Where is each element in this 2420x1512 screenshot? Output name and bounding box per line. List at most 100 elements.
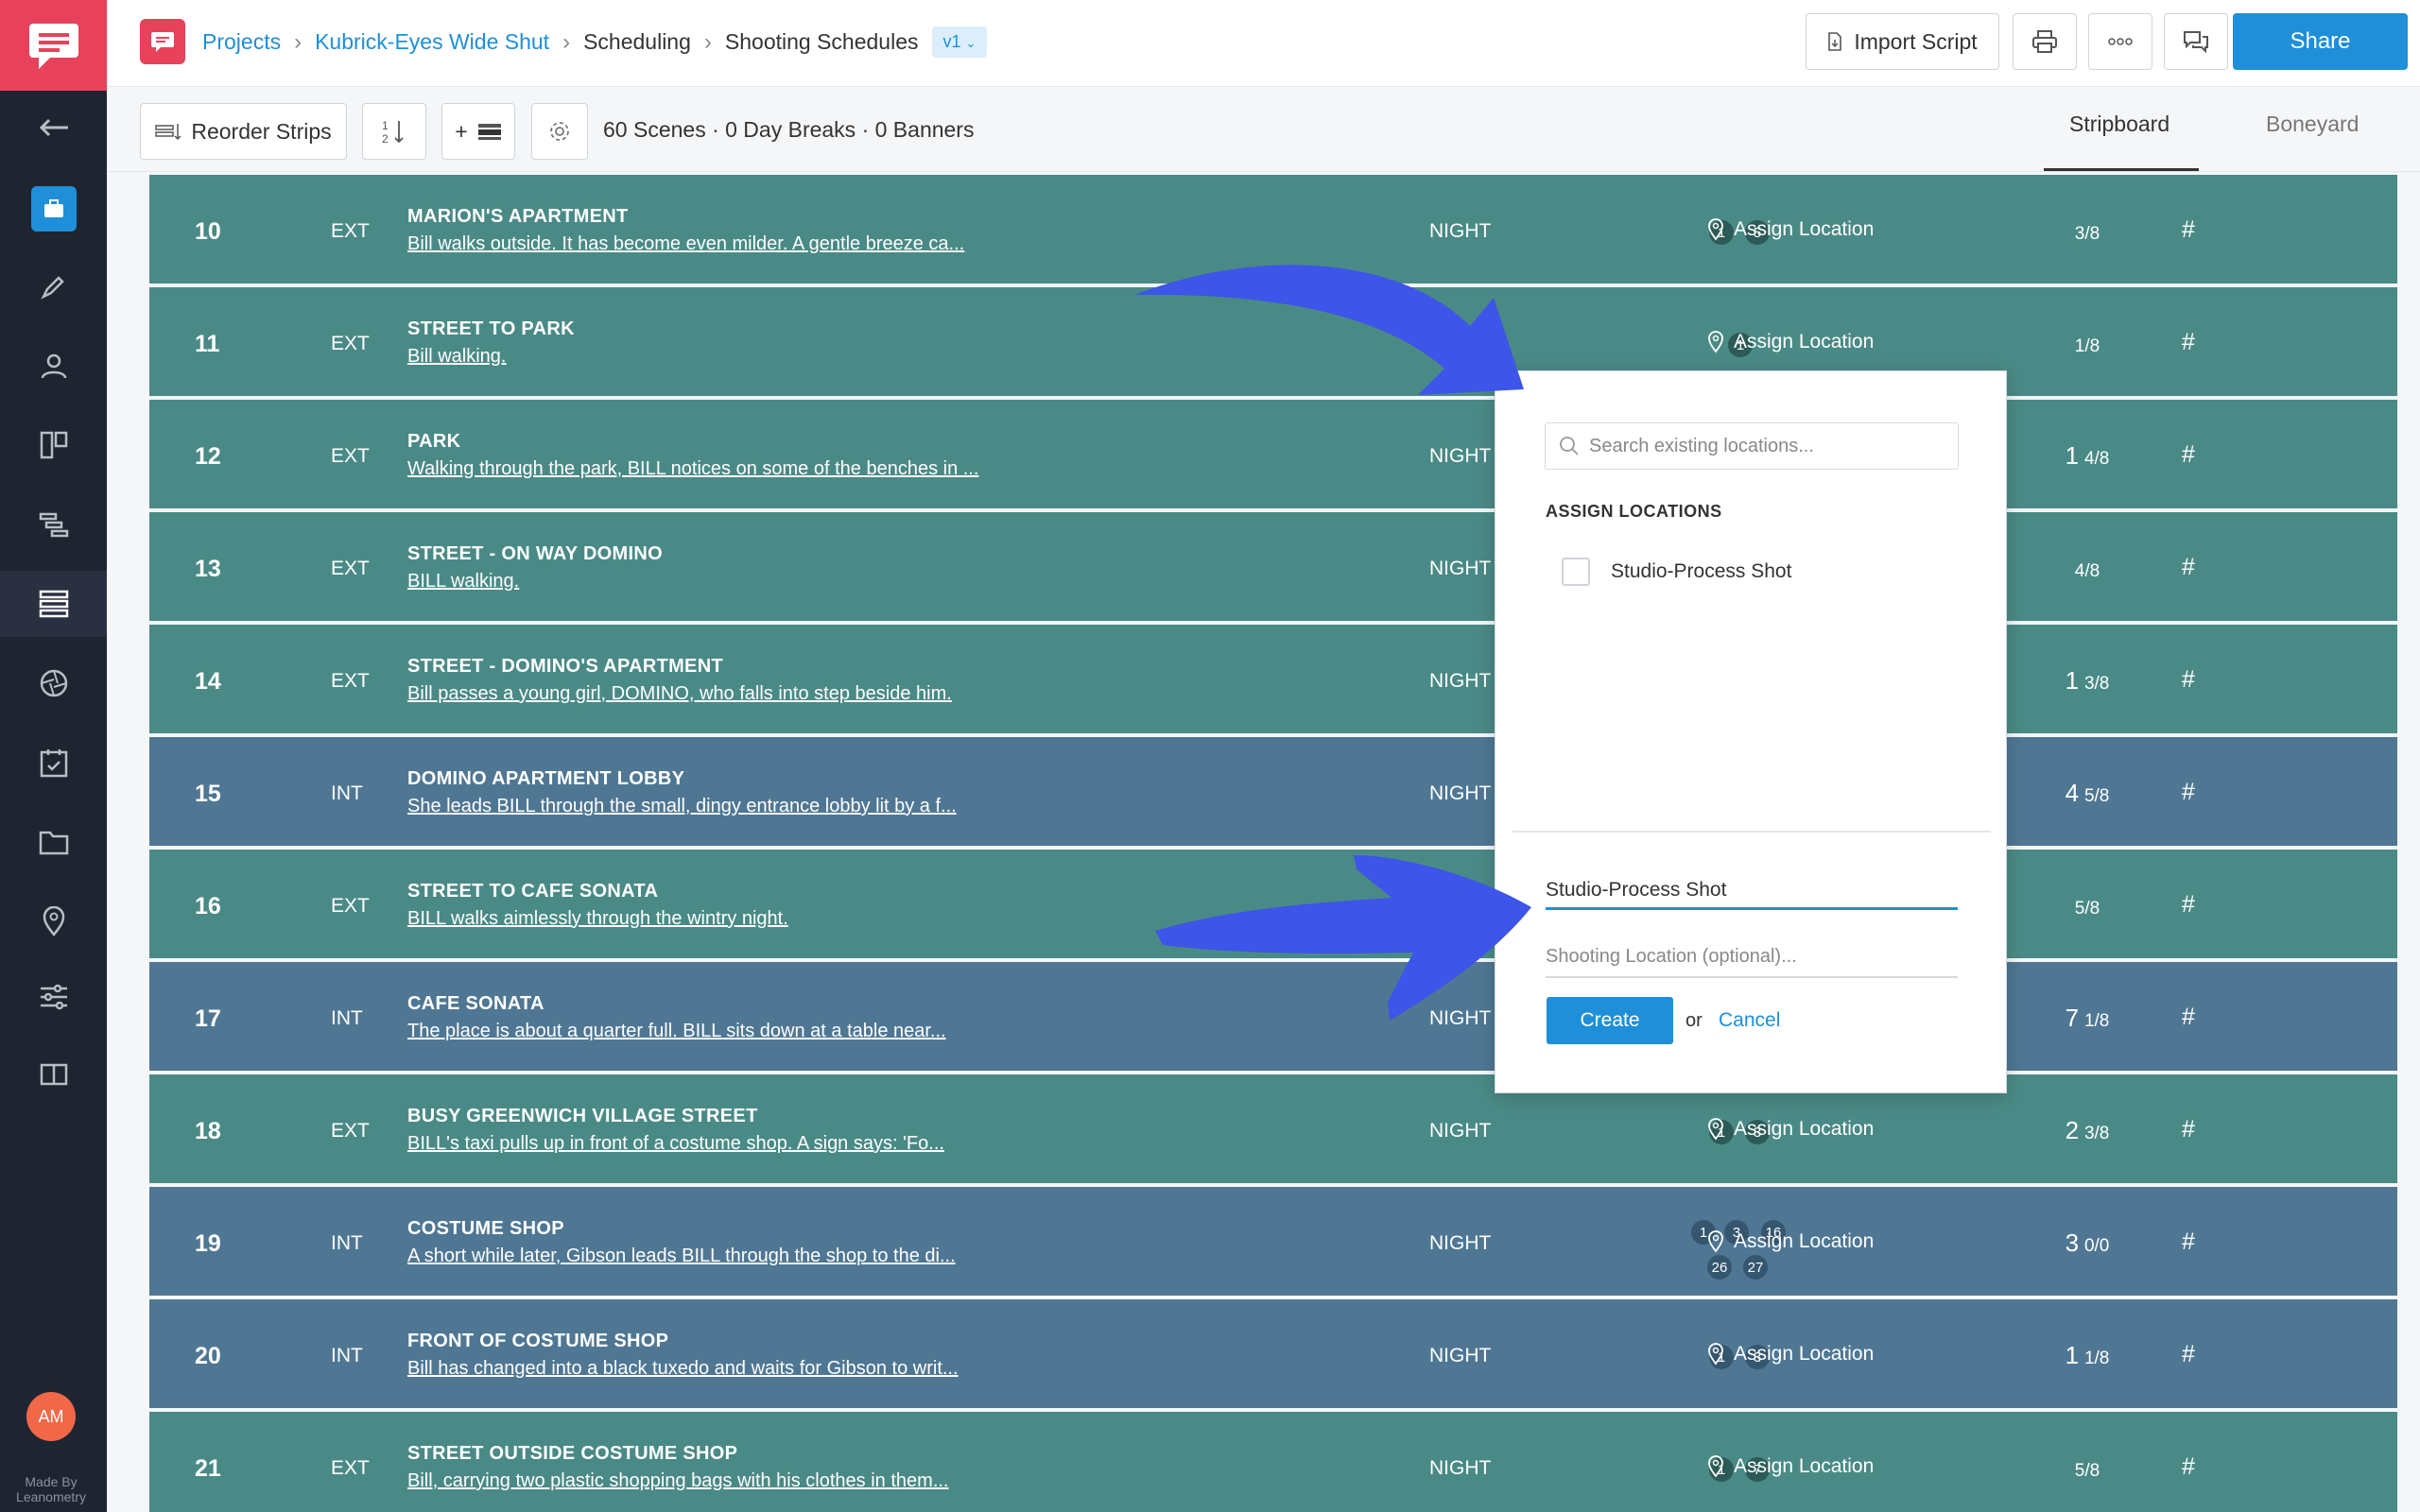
calendar-icon: [40, 749, 67, 778]
nav-stripboard[interactable]: [0, 571, 107, 637]
scene-description[interactable]: BILL walks aimlessly through the wintry …: [407, 908, 788, 930]
int-ext: EXT: [331, 670, 370, 692]
assign-location-link[interactable]: Assign Location: [1707, 1230, 1874, 1253]
cancel-link[interactable]: Cancel: [1719, 1009, 1780, 1032]
scene-hash-button[interactable]: #: [2182, 891, 2195, 919]
share-button[interactable]: Share: [2233, 13, 2408, 70]
nav-cast[interactable]: [0, 333, 107, 399]
assign-location-link[interactable]: Assign Location: [1707, 218, 1874, 241]
nav-settings[interactable]: [0, 964, 107, 1030]
version-select[interactable]: v1 ⌄: [931, 26, 988, 58]
page-count-fraction: 4/8: [2074, 561, 2100, 581]
location-option-checkbox[interactable]: [1562, 558, 1590, 586]
assign-location-label: Assign Location: [1734, 331, 1875, 352]
page-count-fraction: 3/8: [2083, 674, 2110, 694]
app-badge[interactable]: [140, 19, 185, 64]
strip-row[interactable]: 16 EXT STREET TO CAFE SONATA BILL walks aim…: [149, 850, 2397, 958]
cast-badge[interactable]: 27: [1743, 1255, 1768, 1280]
nav-storyboard[interactable]: [0, 412, 107, 478]
scene-description[interactable]: Bill has changed into a black tuxedo and…: [407, 1358, 959, 1380]
scene-number: 20: [195, 1343, 221, 1369]
assign-location-link[interactable]: Assign Location: [1707, 1455, 1874, 1478]
time-of-day: NIGHT: [1429, 1345, 1492, 1366]
strip-row[interactable]: 15 INT DOMINO APARTMENT LOBBY She leads BIL…: [149, 737, 2397, 846]
or-text: or: [1685, 1010, 1703, 1031]
strip-settings-button[interactable]: [531, 103, 588, 160]
scene-description[interactable]: Walking through the park, BILL notices o…: [407, 458, 978, 480]
scene-hash-button[interactable]: #: [2182, 1228, 2195, 1256]
nav-guide[interactable]: [0, 1041, 107, 1108]
location-search[interactable]: [1545, 422, 1959, 470]
tab-boneyard[interactable]: Boneyard: [2266, 112, 2359, 137]
scene-description[interactable]: BILL's taxi pulls up in front of a costu…: [407, 1133, 944, 1155]
scene-hash-button[interactable]: #: [2182, 554, 2195, 581]
reorder-strips-button[interactable]: Reorder Strips: [140, 103, 347, 160]
more-options-button[interactable]: [2088, 13, 2152, 70]
location-search-input[interactable]: [1589, 435, 1948, 457]
scene-hash-button[interactable]: #: [2182, 1453, 2195, 1481]
strip-row[interactable]: 21 EXT STREET OUTSIDE COSTUME SHOP Bill, ca…: [149, 1412, 2397, 1512]
scene-description[interactable]: Bill walks outside. It has become even m…: [407, 233, 964, 255]
assign-location-link[interactable]: Assign Location: [1707, 331, 1874, 353]
time-of-day: NIGHT: [1429, 1120, 1492, 1142]
scene-number: 19: [195, 1230, 221, 1257]
strip-row[interactable]: 13 EXT STREET - ON WAY DOMINO BILL walking.…: [149, 512, 2397, 621]
chevron-right-icon: ›: [294, 28, 302, 55]
location-pin-icon: [43, 906, 64, 936]
scene-description[interactable]: Bill passes a young girl, DOMINO, who fa…: [407, 683, 952, 705]
page-count: 5/8: [2049, 1453, 2125, 1483]
assign-location-link[interactable]: Assign Location: [1707, 1118, 1874, 1141]
scene-description[interactable]: BILL walking.: [407, 571, 519, 593]
scene-description[interactable]: Bill, carrying two plastic shopping bags…: [407, 1470, 949, 1492]
assign-location-link[interactable]: Assign Location: [1707, 1343, 1874, 1366]
scene-description[interactable]: A short while later, Gibson leads BILL t…: [407, 1246, 956, 1267]
nav-camera[interactable]: [0, 650, 107, 716]
active-tab-indicator: [2044, 168, 2199, 171]
breadcrumb-project[interactable]: Kubrick-Eyes Wide Shut: [315, 29, 549, 55]
strip-row[interactable]: 12 EXT PARK Walking through the park, BILL …: [149, 400, 2397, 508]
user-avatar[interactable]: AM: [26, 1392, 76, 1441]
scene-description[interactable]: Bill walking.: [407, 346, 506, 368]
scene-heading: STREET TO CAFE SONATA: [407, 881, 659, 902]
scene-hash-button[interactable]: #: [2182, 1004, 2195, 1031]
sort-button[interactable]: 12: [362, 103, 426, 160]
print-button[interactable]: [2013, 13, 2077, 70]
scene-hash-button[interactable]: #: [2182, 1116, 2195, 1143]
create-location-button[interactable]: Create: [1547, 997, 1673, 1044]
strip-row[interactable]: 17 INT CAFE SONATA The place is about a qua…: [149, 962, 2397, 1071]
shooting-location-input[interactable]: [1546, 936, 1958, 978]
strip-row[interactable]: 11 EXT STREET TO PARK Bill walking. 1 Assign …: [149, 287, 2397, 396]
strip-row[interactable]: 14 EXT STREET - DOMINO'S APARTMENT Bill pas…: [149, 625, 2397, 733]
scene-hash-button[interactable]: #: [2182, 1341, 2195, 1368]
comments-button[interactable]: [2164, 13, 2228, 70]
nav-calendar[interactable]: [0, 730, 107, 796]
cast-badge[interactable]: 26: [1707, 1255, 1732, 1280]
scene-hash-button[interactable]: #: [2182, 666, 2195, 694]
strip-row[interactable]: 19 INT COSTUME SHOP A short while later, Gi…: [149, 1187, 2397, 1296]
scene-hash-button[interactable]: #: [2182, 441, 2195, 469]
nav-shotlist[interactable]: [0, 491, 107, 558]
scene-hash-button[interactable]: #: [2182, 329, 2195, 356]
tab-stripboard[interactable]: Stripboard: [2069, 112, 2169, 137]
nav-project[interactable]: [0, 176, 107, 242]
scene-description[interactable]: The place is about a quarter full. BILL …: [407, 1021, 946, 1042]
page-count-fraction: 1/8: [2083, 1349, 2110, 1368]
add-strip-button[interactable]: +: [441, 103, 515, 160]
location-name-input[interactable]: [1546, 872, 1958, 910]
strip-row[interactable]: 20 INT FRONT OF COSTUME SHOP Bill has chang…: [149, 1299, 2397, 1408]
scene-hash-button[interactable]: #: [2182, 779, 2195, 806]
strip-row[interactable]: 10 EXT MARION'S APARTMENT Bill walks outsid…: [149, 175, 2397, 284]
nav-locations[interactable]: [0, 888, 107, 954]
import-script-button[interactable]: Import Script: [1806, 13, 1999, 70]
scene-heading: PARK: [407, 431, 461, 452]
int-ext: EXT: [331, 558, 370, 579]
app-logo[interactable]: [0, 0, 107, 91]
nav-files[interactable]: [0, 809, 107, 875]
back-button[interactable]: [0, 94, 107, 161]
nav-script[interactable]: [0, 253, 107, 319]
scene-hash-button[interactable]: #: [2182, 216, 2195, 244]
scene-description[interactable]: She leads BILL through the small, dingy …: [407, 796, 957, 817]
strip-row[interactable]: 18 EXT BUSY GREENWICH VILLAGE STREET BILL's…: [149, 1074, 2397, 1183]
breadcrumb-projects[interactable]: Projects: [202, 29, 281, 55]
location-option[interactable]: Studio-Process Shot: [1562, 558, 1791, 586]
